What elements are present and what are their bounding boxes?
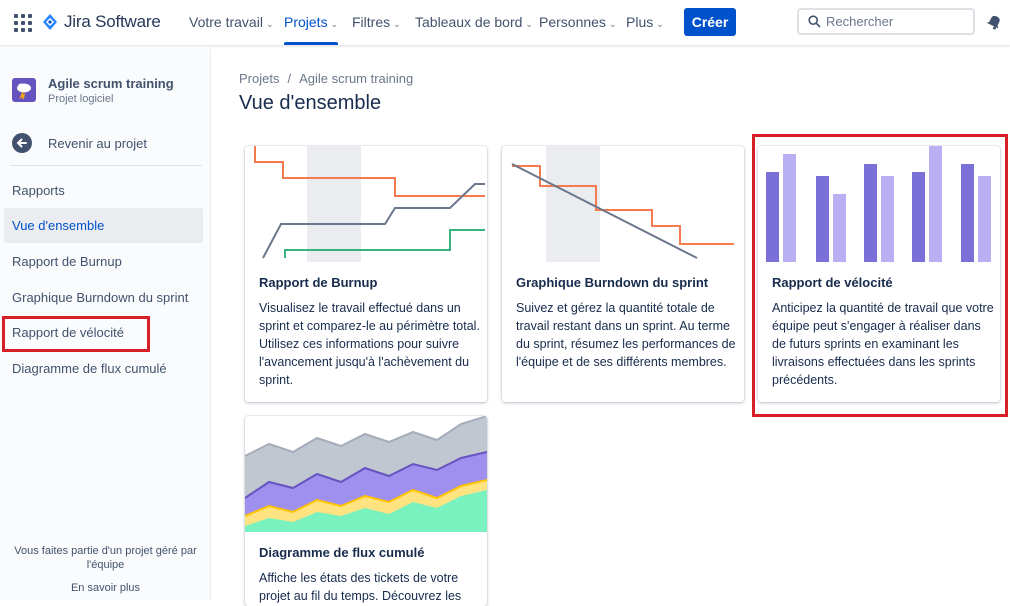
sidebar-item-cumulative-flow[interactable]: Diagramme de flux cumulé — [4, 351, 203, 386]
back-label: Revenir au projet — [48, 135, 147, 151]
search-placeholder: Rechercher — [826, 14, 894, 29]
jira-logo[interactable]: Jira Software — [42, 12, 161, 32]
apps-grid-icon[interactable] — [14, 14, 32, 32]
nav-projects[interactable]: Projets ⌄ — [284, 14, 339, 45]
card-title: Rapport de Burnup — [259, 275, 378, 290]
team-managed-note: Vous faites partie d'un projet géré par … — [14, 545, 197, 571]
nav-dashboards[interactable]: Tableaux de bord ⌄ — [415, 14, 533, 30]
highlight-box-sidebar — [2, 316, 150, 352]
search-icon — [808, 15, 821, 28]
burnup-illustration — [254, 146, 485, 262]
burndown-illustration — [511, 146, 734, 262]
report-card-cumulative-flow[interactable]: Diagramme de flux cumulé Affiche les éta… — [245, 416, 487, 606]
nav-filters[interactable]: Filtres ⌄ — [352, 14, 401, 30]
nav-your-work[interactable]: Votre travail ⌄ — [189, 14, 273, 30]
project-avatar-icon — [12, 78, 36, 102]
breadcrumb: Projets / Agile scrum training — [239, 71, 413, 86]
card-title: Diagramme de flux cumulé — [259, 545, 425, 560]
notification-icon[interactable] — [986, 13, 1003, 30]
learn-more-link[interactable]: En savoir plus — [0, 582, 211, 594]
card-title: Graphique Burndown du sprint — [516, 275, 709, 290]
project-name: Agile scrum training — [48, 76, 174, 91]
sidebar-divider — [10, 165, 202, 166]
nav-more[interactable]: Plus ⌄ — [626, 14, 664, 30]
nav-people[interactable]: Personnes ⌄ — [539, 14, 616, 30]
sidebar-item-burndown[interactable]: Graphique Burndown du sprint — [4, 280, 203, 315]
sidebar-item-burnup[interactable]: Rapport de Burnup — [4, 244, 203, 279]
card-description: Suivez et gérez la quantité totale de tr… — [516, 301, 736, 369]
sidebar: Agile scrum training Projet logiciel Rev… — [0, 47, 211, 600]
breadcrumb-project[interactable]: Agile scrum training — [299, 71, 413, 86]
search-input[interactable]: Rechercher — [797, 8, 975, 35]
back-arrow-icon — [12, 133, 32, 153]
highlight-box-velocity-card — [752, 134, 1008, 417]
section-title-reports: Rapports — [12, 183, 65, 198]
top-navigation: Jira Software Votre travail ⌄ Projets ⌄ Fi… — [0, 0, 1010, 46]
jira-logo-icon — [43, 14, 57, 30]
report-card-burnup[interactable]: Rapport de Burnup Visualisez le travail … — [245, 146, 487, 402]
sidebar-item-overview[interactable]: Vue d'ensemble — [4, 208, 203, 243]
report-card-burndown[interactable]: Graphique Burndown du sprint Suivez et g… — [502, 146, 744, 402]
project-type: Projet logiciel — [48, 93, 114, 105]
cumulative-flow-illustration — [245, 416, 487, 532]
page-title: Vue d'ensemble — [239, 92, 382, 114]
create-button[interactable]: Créer — [684, 8, 736, 36]
breadcrumb-projects[interactable]: Projets — [239, 71, 279, 86]
logo-text: Jira Software — [64, 12, 161, 31]
back-to-project-button[interactable]: Revenir au projet — [12, 133, 147, 153]
card-description: Visualisez le travail effectué dans un s… — [259, 301, 480, 387]
breadcrumb-separator: / — [287, 71, 292, 86]
